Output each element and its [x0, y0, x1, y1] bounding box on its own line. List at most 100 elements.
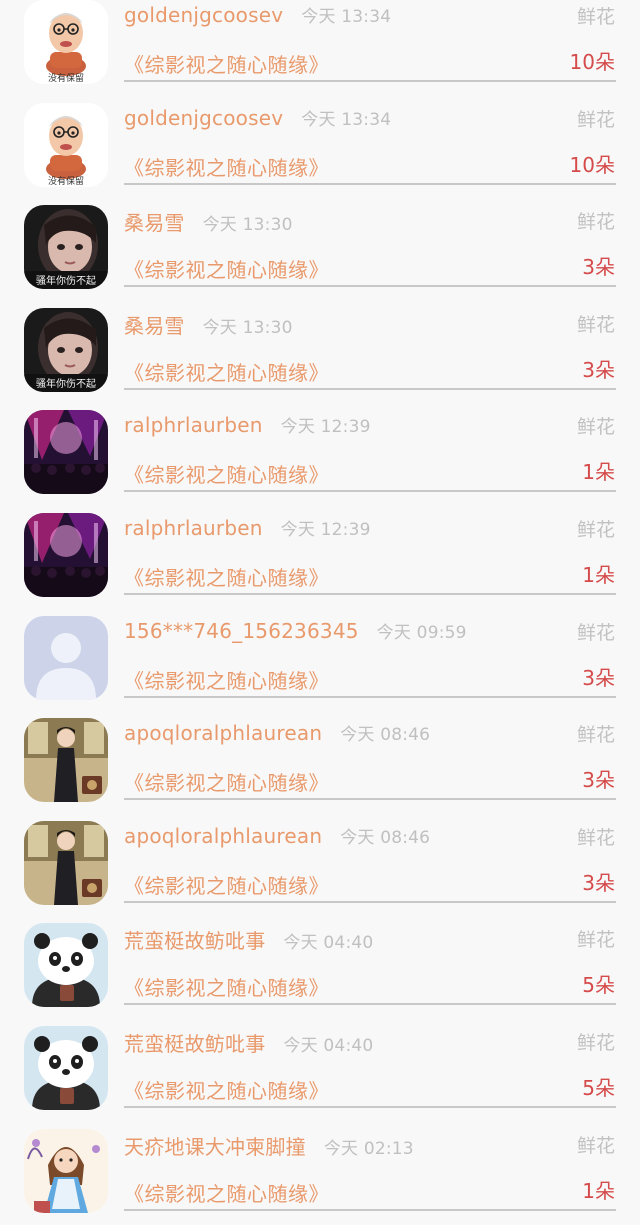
record-header: 桑易雪 今天 13:30: [124, 310, 293, 339]
user-avatar[interactable]: [24, 615, 108, 700]
gift-type-label: 鲜花: [576, 621, 615, 644]
avatar-caption: 骚年你伤不起: [36, 377, 96, 390]
username[interactable]: goldenjgcoosev: [124, 3, 283, 27]
gift-type-label: 鲜花: [576, 6, 615, 28]
row-divider: [124, 1003, 616, 1006]
gift-count: 1朵: [582, 460, 615, 485]
username[interactable]: apoqloralphlaurean: [124, 824, 322, 848]
gift-record-list[interactable]: 没有保留 goldenjgcoosev 今天 13:34 鲜花 《综影视之随心随缘…: [0, 0, 640, 1225]
gift-type-label: 鲜花: [576, 211, 615, 234]
user-avatar[interactable]: 骚年你伤不起: [24, 205, 108, 290]
girl-photo-icon: 骚年你伤不起: [24, 307, 108, 392]
row-divider: [124, 695, 616, 698]
gift-count: 1朵: [582, 1178, 615, 1203]
username[interactable]: 桑易雪: [124, 314, 185, 338]
row-divider: [124, 900, 616, 903]
alice-cartoon-icon: [24, 1128, 108, 1213]
work-title-link[interactable]: 《综影视之随心随缘》: [124, 1075, 329, 1104]
default-user-icon: [24, 615, 108, 700]
gift-type-label: 鲜花: [576, 929, 615, 952]
username[interactable]: ralphrlaurben: [124, 516, 263, 540]
gift-count: 10朵: [569, 152, 615, 177]
username[interactable]: 天疥地课大冲柬脚撞: [124, 1135, 306, 1159]
user-avatar[interactable]: [24, 512, 108, 597]
user-avatar[interactable]: [24, 410, 108, 495]
record-header: goldenjgcoosev 今天 13:34: [124, 2, 391, 27]
gift-type-label: 鲜花: [576, 313, 615, 336]
gift-count: 3朵: [582, 357, 615, 382]
work-title-link[interactable]: 《综影视之随心随缘》: [124, 665, 329, 694]
gift-record-row[interactable]: 荒蛮梃故鲂吡事 今天 04:40 鲜花 《综影视之随心随缘》 5朵: [0, 917, 640, 1020]
user-avatar[interactable]: [24, 1128, 108, 1213]
record-header: ralphrlaurben 今天 12:39: [124, 412, 371, 437]
gift-count: 1朵: [582, 562, 615, 587]
user-avatar[interactable]: 没有保留: [24, 102, 108, 187]
gift-count: 5朵: [582, 1075, 615, 1100]
timestamp: 今天 13:34: [301, 109, 392, 130]
cartoon-grandpa-icon: 没有保留: [24, 102, 108, 187]
record-header: 荒蛮梃故鲂吡事 今天 04:40: [124, 925, 373, 954]
user-avatar[interactable]: [24, 718, 108, 803]
username[interactable]: 桑易雪: [124, 211, 185, 235]
gift-type-label: 鲜花: [576, 416, 615, 439]
work-title-link[interactable]: 《综影视之随心随缘》: [124, 972, 329, 1001]
gift-type-label: 鲜花: [576, 1031, 615, 1054]
gift-type-label: 鲜花: [576, 724, 615, 747]
record-header: 荒蛮梃故鲂吡事 今天 04:40: [124, 1028, 373, 1057]
timestamp: 今天 02:13: [323, 1138, 414, 1159]
record-header: apoqloralphlaurean 今天 08:46: [124, 720, 430, 745]
row-divider: [124, 387, 616, 390]
avatar-caption: 没有保留: [48, 175, 84, 187]
work-title-link[interactable]: 《综影视之随心随缘》: [124, 459, 329, 488]
username[interactable]: 荒蛮梃故鲂吡事: [124, 929, 265, 953]
avatar-caption: 没有保留: [48, 72, 84, 84]
work-title-link[interactable]: 《综影视之随心随缘》: [124, 49, 329, 78]
work-title-link[interactable]: 《综影视之随心随缘》: [124, 254, 329, 283]
work-title-link[interactable]: 《综影视之随心随缘》: [124, 767, 329, 796]
work-title-link[interactable]: 《综影视之随心随缘》: [124, 1178, 329, 1207]
gift-count: 10朵: [569, 50, 615, 74]
gift-record-row[interactable]: 天疥地课大冲柬脚撞 今天 02:13 鲜花 《综影视之随心随缘》 1朵: [0, 1123, 640, 1225]
cartoon-grandpa-icon: 没有保留: [24, 0, 108, 84]
work-title-link[interactable]: 《综影视之随心随缘》: [124, 152, 329, 181]
record-header: goldenjgcoosev 今天 13:34: [124, 105, 391, 130]
gift-record-row[interactable]: ralphrlaurben 今天 12:39 鲜花 《综影视之随心随缘》 1朵: [0, 404, 640, 507]
work-title-link[interactable]: 《综影视之随心随缘》: [124, 870, 329, 899]
gift-record-row[interactable]: apoqloralphlaurean 今天 08:46 鲜花 《综影视之随心随缘》…: [0, 815, 640, 918]
timestamp: 今天 13:34: [301, 7, 392, 27]
girl-photo-icon: 骚年你伤不起: [24, 205, 108, 290]
timestamp: 今天 08:46: [340, 725, 431, 746]
timestamp: 今天 13:30: [202, 215, 293, 236]
qipao-woman-icon: [24, 718, 108, 803]
user-avatar[interactable]: [24, 923, 108, 1008]
gift-record-row[interactable]: apoqloralphlaurean 今天 08:46 鲜花 《综影视之随心随缘》…: [0, 712, 640, 815]
gift-record-row[interactable]: 156***746_156236345 今天 09:59 鲜花 《综影视之随心随缘…: [0, 610, 640, 713]
timestamp: 今天 12:39: [280, 417, 371, 438]
work-title-link[interactable]: 《综影视之随心随缘》: [124, 357, 329, 386]
gift-record-row[interactable]: 没有保留 goldenjgcoosev 今天 13:34 鲜花 《综影视之随心随缘…: [0, 97, 640, 200]
record-header: apoqloralphlaurean 今天 08:46: [124, 823, 430, 848]
username[interactable]: goldenjgcoosev: [124, 106, 283, 130]
row-divider: [124, 1105, 616, 1108]
gift-record-row[interactable]: 骚年你伤不起 桑易雪 今天 13:30 鲜花 《综影视之随心随缘》 3朵: [0, 302, 640, 405]
username[interactable]: apoqloralphlaurean: [124, 721, 322, 745]
row-divider: [124, 490, 616, 493]
username[interactable]: 156***746_156236345: [124, 619, 359, 643]
row-divider: [124, 182, 616, 185]
timestamp: 今天 04:40: [283, 1035, 374, 1056]
username[interactable]: 荒蛮梃故鲂吡事: [124, 1032, 265, 1056]
gift-record-row[interactable]: 荒蛮梃故鲂吡事 今天 04:40 鲜花 《综影视之随心随缘》 5朵: [0, 1020, 640, 1123]
record-header: 156***746_156236345 今天 09:59: [124, 618, 467, 643]
user-avatar[interactable]: [24, 1025, 108, 1110]
gift-record-row[interactable]: 没有保留 goldenjgcoosev 今天 13:34 鲜花 《综影视之随心随缘…: [0, 0, 640, 97]
user-avatar[interactable]: [24, 820, 108, 905]
user-avatar[interactable]: 骚年你伤不起: [24, 307, 108, 392]
username[interactable]: ralphrlaurben: [124, 413, 263, 437]
work-title-link[interactable]: 《综影视之随心随缘》: [124, 562, 329, 591]
gift-record-row[interactable]: 骚年你伤不起 桑易雪 今天 13:30 鲜花 《综影视之随心随缘》 3朵: [0, 199, 640, 302]
gift-count: 3朵: [582, 255, 615, 280]
user-avatar[interactable]: 没有保留: [24, 0, 108, 84]
row-divider: [124, 80, 616, 82]
gift-record-row[interactable]: ralphrlaurben 今天 12:39 鲜花 《综影视之随心随缘》 1朵: [0, 507, 640, 610]
concert-photo-icon: [24, 410, 108, 495]
